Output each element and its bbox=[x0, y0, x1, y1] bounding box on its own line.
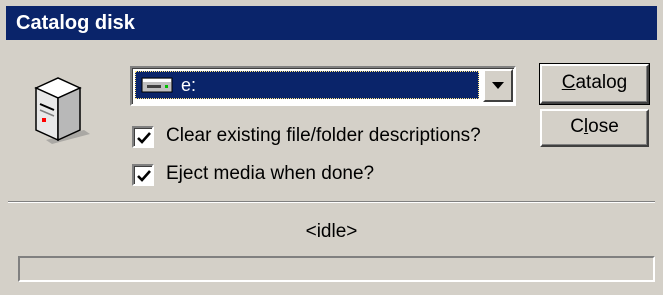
separator bbox=[8, 201, 655, 203]
drive-dropdown[interactable]: e: bbox=[130, 66, 516, 106]
close-button-label: Close bbox=[570, 116, 619, 137]
dropdown-arrow-button[interactable] bbox=[483, 69, 513, 102]
window-title: Catalog disk bbox=[16, 12, 135, 34]
title-bar[interactable]: Catalog disk bbox=[6, 6, 657, 40]
removable-drive-icon bbox=[141, 77, 173, 93]
clear-descriptions-option[interactable]: Clear existing file/folder descriptions? bbox=[132, 122, 532, 150]
clear-descriptions-label: Clear existing file/folder descriptions? bbox=[166, 125, 481, 146]
checkmark-icon bbox=[137, 132, 151, 144]
status-text: <idle> bbox=[305, 221, 358, 242]
catalog-disk-dialog: Catalog disk e: Clear existing file/fold… bbox=[0, 0, 663, 295]
chevron-down-icon bbox=[492, 82, 504, 89]
catalog-button[interactable]: Catalog bbox=[539, 63, 650, 105]
progress-bar bbox=[18, 256, 655, 282]
drive-dropdown-value: e: bbox=[181, 75, 197, 95]
eject-media-option[interactable]: Eject media when done? bbox=[132, 160, 432, 188]
eject-media-label: Eject media when done? bbox=[166, 163, 375, 184]
clear-descriptions-checkbox[interactable] bbox=[132, 126, 154, 148]
eject-media-checkbox[interactable] bbox=[132, 164, 154, 186]
close-button[interactable]: Close bbox=[540, 109, 649, 147]
drive-dropdown-selection[interactable]: e: bbox=[135, 71, 479, 99]
checkmark-icon bbox=[137, 170, 151, 182]
catalog-button-label: Catalog bbox=[561, 72, 628, 93]
computer-drive-icon bbox=[34, 77, 90, 144]
